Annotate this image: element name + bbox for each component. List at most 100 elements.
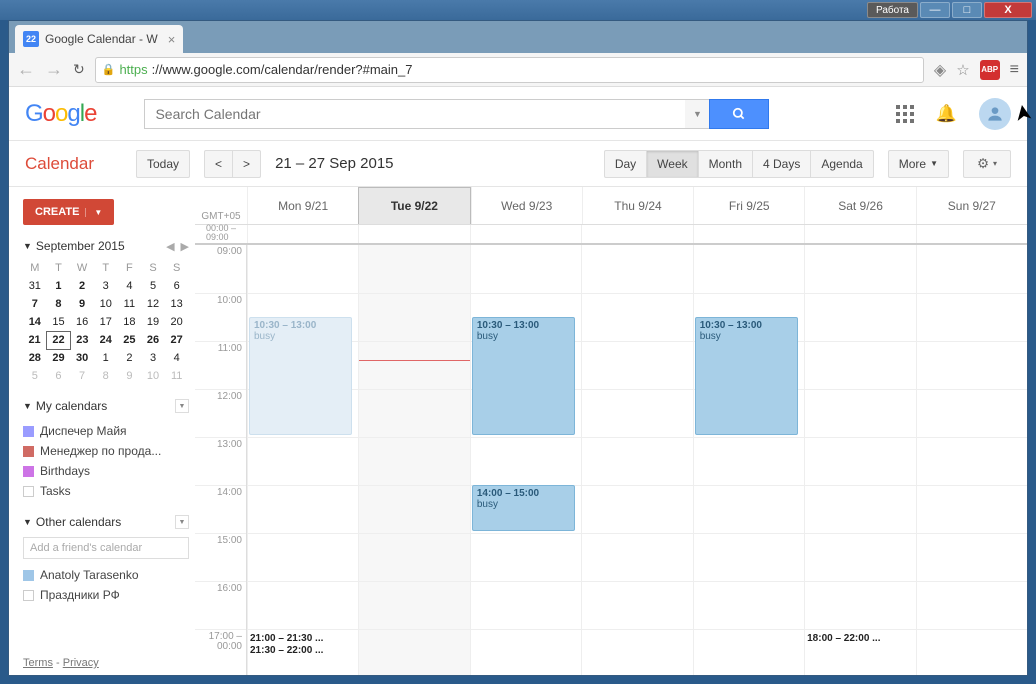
other-calendars-collapse-icon[interactable]: ▼ bbox=[23, 517, 32, 527]
mini-cal-day[interactable]: 9 bbox=[70, 295, 94, 313]
mini-cal-day[interactable]: 1 bbox=[47, 277, 71, 295]
allday-cell[interactable] bbox=[470, 225, 581, 243]
prev-period-button[interactable]: < bbox=[204, 150, 232, 178]
mini-cal-day[interactable]: 2 bbox=[118, 349, 142, 367]
mini-cal-day[interactable]: 21 bbox=[23, 331, 47, 349]
mini-cal-prev-button[interactable]: ◀ bbox=[166, 240, 174, 253]
next-period-button[interactable]: > bbox=[232, 150, 261, 178]
mini-cal-day[interactable]: 23 bbox=[70, 331, 94, 349]
day-column[interactable]: 10:30 – 13:00busy21:00 – 21:30 ...21:30 … bbox=[247, 245, 358, 675]
mini-cal-day[interactable]: 2 bbox=[70, 277, 94, 295]
mini-cal-day[interactable]: 7 bbox=[23, 295, 47, 313]
my-calendars-menu-button[interactable]: ▼ bbox=[175, 399, 189, 413]
day-column[interactable] bbox=[916, 245, 1027, 675]
other-calendars-menu-button[interactable]: ▼ bbox=[175, 515, 189, 529]
bookmark-star-icon[interactable]: ☆ bbox=[956, 61, 969, 79]
mini-cal-day[interactable]: 1 bbox=[94, 349, 118, 367]
calendar-list-item[interactable]: Anatoly Tarasenko bbox=[23, 565, 189, 585]
mini-cal-day[interactable]: 5 bbox=[141, 277, 165, 295]
day-column[interactable]: 10:30 – 13:00busy 14:00 – 15:00busy bbox=[470, 245, 581, 675]
allday-cell[interactable] bbox=[247, 225, 358, 243]
mini-cal-day[interactable]: 22 bbox=[47, 331, 71, 349]
settings-gear-button[interactable]: ⚙▾ bbox=[963, 150, 1011, 178]
calendar-list-item[interactable]: Менеджер по прода... bbox=[23, 441, 189, 461]
mini-cal-day[interactable]: 8 bbox=[47, 295, 71, 313]
allday-cell[interactable] bbox=[693, 225, 804, 243]
day-header[interactable]: Mon 9/21 bbox=[247, 187, 358, 224]
my-calendars-collapse-icon[interactable]: ▼ bbox=[23, 401, 32, 411]
mini-cal-day[interactable]: 17 bbox=[94, 313, 118, 331]
day-header[interactable]: Tue 9/22 bbox=[358, 187, 470, 224]
calendar-event-collapsed[interactable]: 18:00 – 22:00 ... bbox=[807, 633, 911, 644]
mini-cal-next-button[interactable]: ▶ bbox=[181, 240, 189, 253]
mini-cal-day[interactable]: 10 bbox=[94, 295, 118, 313]
mini-cal-day[interactable]: 7 bbox=[70, 367, 94, 385]
calendar-event-collapsed[interactable]: 21:30 – 22:00 ... bbox=[250, 645, 354, 656]
mini-cal-day[interactable]: 12 bbox=[141, 295, 165, 313]
day-header[interactable]: Wed 9/23 bbox=[471, 187, 582, 224]
day-header[interactable]: Sat 9/26 bbox=[804, 187, 915, 224]
account-avatar[interactable] bbox=[979, 98, 1011, 130]
mini-cal-day[interactable]: 26 bbox=[141, 331, 165, 349]
google-logo[interactable]: Google bbox=[25, 100, 96, 128]
calendar-event[interactable]: 14:00 – 15:00busy bbox=[472, 485, 575, 531]
search-input[interactable] bbox=[144, 99, 685, 129]
mini-cal-day[interactable]: 19 bbox=[141, 313, 165, 331]
allday-cell[interactable] bbox=[916, 225, 1027, 243]
terms-link[interactable]: Terms bbox=[23, 657, 53, 669]
tab-close-icon[interactable]: × bbox=[168, 32, 176, 47]
window-close-button[interactable]: X bbox=[984, 2, 1032, 18]
day-column[interactable] bbox=[581, 245, 692, 675]
day-header[interactable]: Fri 9/25 bbox=[693, 187, 804, 224]
mini-cal-day[interactable]: 27 bbox=[165, 331, 189, 349]
mini-cal-day[interactable]: 16 bbox=[70, 313, 94, 331]
day-column[interactable]: 18:00 – 22:00 ... bbox=[804, 245, 915, 675]
mini-cal-day[interactable]: 31 bbox=[23, 277, 47, 295]
mini-cal-day[interactable]: 6 bbox=[47, 367, 71, 385]
mini-cal-day[interactable]: 6 bbox=[165, 277, 189, 295]
mini-cal-day[interactable]: 30 bbox=[70, 349, 94, 367]
abp-extension-icon[interactable]: ABP bbox=[980, 60, 1000, 80]
mini-cal-day[interactable]: 3 bbox=[94, 277, 118, 295]
nav-back-button[interactable]: ← bbox=[17, 59, 35, 80]
allday-cell[interactable] bbox=[581, 225, 692, 243]
mini-cal-day[interactable]: 13 bbox=[165, 295, 189, 313]
view-4days-button[interactable]: 4 Days bbox=[752, 150, 810, 178]
mini-cal-collapse-icon[interactable]: ▼ bbox=[23, 241, 32, 251]
mini-cal-day[interactable]: 20 bbox=[165, 313, 189, 331]
day-header[interactable]: Sun 9/27 bbox=[916, 187, 1027, 224]
view-day-button[interactable]: Day bbox=[604, 150, 646, 178]
search-dropdown-button[interactable]: ▼ bbox=[685, 99, 709, 129]
allday-cell[interactable] bbox=[804, 225, 915, 243]
day-column[interactable]: 10:30 – 13:00busy bbox=[693, 245, 804, 675]
view-week-button[interactable]: Week bbox=[646, 150, 697, 178]
nav-forward-button[interactable]: → bbox=[45, 59, 63, 80]
mini-cal-day[interactable]: 14 bbox=[23, 313, 47, 331]
mini-cal-day[interactable]: 28 bbox=[23, 349, 47, 367]
apps-grid-icon[interactable] bbox=[896, 105, 914, 123]
mini-cal-day[interactable]: 10 bbox=[141, 367, 165, 385]
mini-cal-day[interactable]: 5 bbox=[23, 367, 47, 385]
add-friend-calendar-input[interactable]: Add a friend's calendar bbox=[23, 537, 189, 559]
mini-cal-day[interactable]: 9 bbox=[118, 367, 142, 385]
mini-cal-day[interactable]: 11 bbox=[118, 295, 142, 313]
notifications-bell-icon[interactable]: 🔔 bbox=[936, 104, 957, 124]
day-header[interactable]: Thu 9/24 bbox=[582, 187, 693, 224]
more-menu-button[interactable]: More ▼ bbox=[888, 150, 949, 178]
privacy-link[interactable]: Privacy bbox=[63, 657, 99, 669]
mini-cal-day[interactable]: 18 bbox=[118, 313, 142, 331]
mini-cal-day[interactable]: 29 bbox=[47, 349, 71, 367]
window-minimize-button[interactable]: — bbox=[920, 2, 950, 18]
allday-cell[interactable] bbox=[358, 225, 469, 243]
mini-calendar[interactable]: MTWTFSS311234567891011121314151617181920… bbox=[23, 259, 189, 385]
mini-cal-day[interactable]: 3 bbox=[141, 349, 165, 367]
today-button[interactable]: Today bbox=[136, 150, 190, 178]
mini-cal-day[interactable]: 11 bbox=[165, 367, 189, 385]
create-button[interactable]: CREATE▼ bbox=[23, 199, 114, 225]
address-bar[interactable]: 🔒 https://www.google.com/calendar/render… bbox=[95, 57, 924, 83]
mini-cal-day[interactable]: 4 bbox=[165, 349, 189, 367]
search-button[interactable] bbox=[709, 99, 769, 129]
calendar-event[interactable]: 10:30 – 13:00busy bbox=[472, 317, 575, 435]
mini-cal-day[interactable]: 8 bbox=[94, 367, 118, 385]
page-action-icon[interactable]: ◈ bbox=[934, 60, 946, 80]
